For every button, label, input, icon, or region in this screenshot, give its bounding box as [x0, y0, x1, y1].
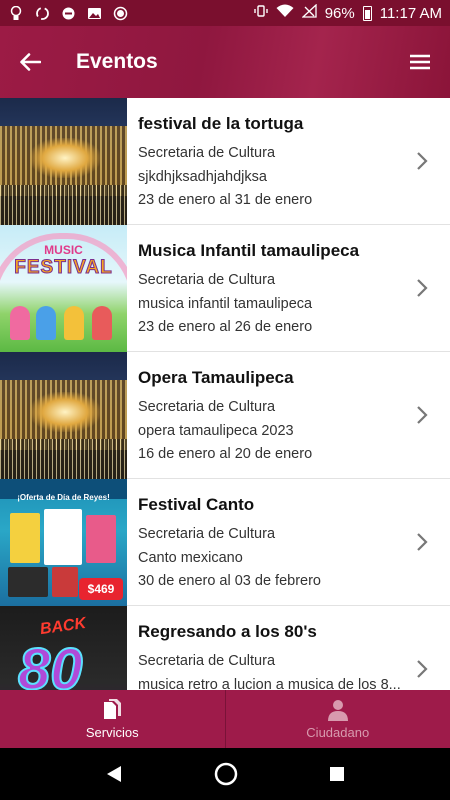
notification-icons [8, 5, 128, 21]
nav-servicios-label: Servicios [85, 725, 139, 740]
chevron-right-icon [417, 533, 428, 551]
wifi-icon [276, 4, 294, 22]
block-icon [60, 5, 76, 21]
thumb-price-text: $469 [79, 578, 123, 600]
thumb-promo-text: ¡Oferta de Día de Reyes! [17, 493, 110, 502]
event-item[interactable]: festival de la tortuga Secretaria de Cul… [0, 98, 450, 225]
back-triangle-icon[interactable] [104, 764, 124, 784]
event-dates: 23 de enero al 31 de enero [138, 192, 313, 208]
event-name: Opera Tamaulipeca [138, 368, 294, 387]
lightbulb-icon [8, 5, 24, 21]
event-image: BACK 80 [0, 606, 127, 690]
event-organizer: Secretaria de Cultura [138, 145, 276, 161]
thumb-festival-text: FESTIVAL [14, 257, 113, 279]
event-image: MUSIC FESTIVAL [0, 225, 127, 352]
home-circle-icon[interactable] [213, 761, 239, 787]
event-item[interactable]: BACK 80 Regresando a los 80's Secretaria… [0, 606, 450, 690]
event-description: musica retro a lucion a musica de los 8.… [138, 676, 401, 691]
record-icon [112, 5, 128, 21]
thumb-music-text: MUSIC [44, 243, 83, 257]
person-icon [327, 700, 348, 721]
vibrate-icon [254, 4, 268, 22]
nav-ciudadano-label: Ciudadano [306, 725, 370, 740]
page-title: Eventos [76, 50, 158, 73]
event-list: festival de la tortuga Secretaria de Cul… [0, 98, 450, 690]
event-image [0, 352, 127, 479]
event-dates: 23 de enero al 26 de enero [138, 319, 313, 335]
back-button[interactable] [0, 26, 60, 98]
event-name: Festival Canto [138, 495, 255, 514]
clock: 11:17 AM [379, 4, 442, 22]
signal-icon [301, 3, 317, 22]
sync-icon [34, 5, 50, 21]
recents-square-icon[interactable] [328, 765, 346, 783]
battery-percentage: 96% [324, 4, 355, 22]
nav-ciudadano[interactable]: Ciudadano [226, 690, 450, 748]
chevron-right-icon [417, 660, 428, 678]
bottom-navigation: Servicios Ciudadano [0, 690, 450, 748]
event-description: sjkdhjksadhjahdjksa [138, 168, 267, 185]
event-dates: 30 de enero al 03 de febrero [138, 573, 321, 589]
event-dates: 16 de enero al 20 de enero [138, 446, 313, 462]
event-item[interactable]: Opera Tamaulipeca Secretaria de Cultura … [0, 352, 450, 479]
event-description: opera tamaulipeca 2023 [138, 422, 294, 439]
event-image [0, 98, 127, 225]
event-description: musica infantil tamaulipeca [138, 295, 313, 312]
thumb-80-text: 80 [17, 636, 84, 690]
event-organizer: Secretaria de Cultura [138, 399, 276, 415]
event-name: festival de la tortuga [138, 114, 304, 133]
event-name: Regresando a los 80's [138, 622, 317, 641]
documents-icon [104, 699, 122, 719]
chevron-right-icon [417, 406, 428, 424]
menu-button[interactable] [390, 26, 450, 98]
event-image: ¡Oferta de Día de Reyes! $469 [0, 479, 127, 606]
event-description: Canto mexicano [138, 549, 243, 566]
status-bar: 96% 11:17 AM [0, 0, 450, 26]
hamburger-icon [410, 54, 430, 70]
event-organizer: Secretaria de Cultura [138, 526, 276, 542]
event-name: Musica Infantil tamaulipeca [138, 241, 360, 260]
image-icon [86, 5, 102, 21]
event-organizer: Secretaria de Cultura [138, 272, 276, 288]
nav-servicios[interactable]: Servicios [0, 690, 225, 748]
event-organizer: Secretaria de Cultura [138, 653, 276, 669]
app-bar: Eventos [0, 26, 450, 98]
battery-icon [362, 5, 372, 21]
system-status: 96% 11:17 AM [254, 3, 442, 22]
event-item[interactable]: ¡Oferta de Día de Reyes! $469 Festival C… [0, 479, 450, 606]
system-navigation-bar [0, 748, 450, 800]
chevron-right-icon [417, 152, 428, 170]
chevron-right-icon [417, 279, 428, 297]
arrow-left-icon [20, 53, 41, 71]
event-item[interactable]: MUSIC FESTIVAL Musica Infantil tamaulipe… [0, 225, 450, 352]
